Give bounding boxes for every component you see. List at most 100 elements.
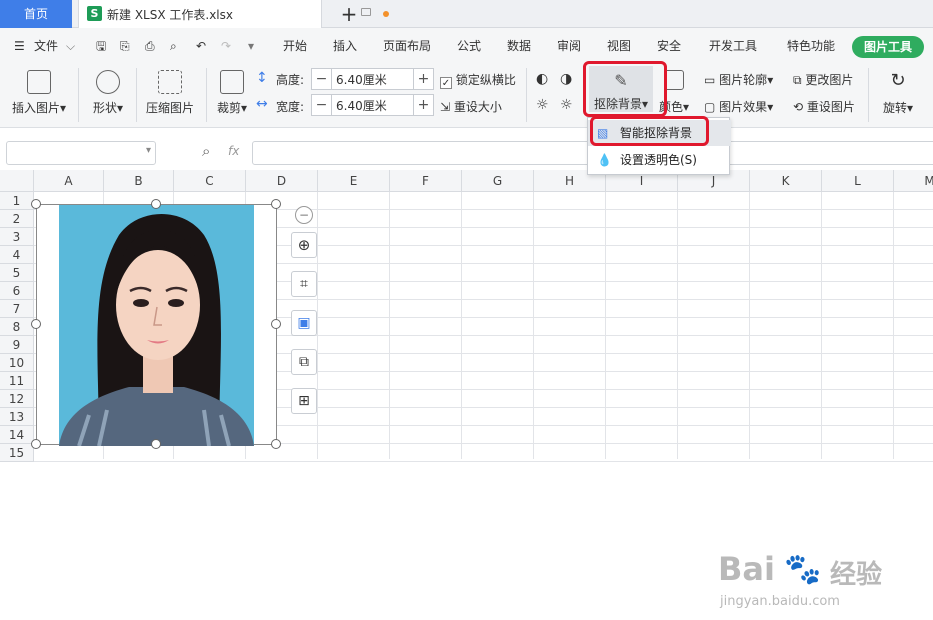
smart-cutout-icon[interactable]: ▣	[291, 310, 317, 336]
column-header-c[interactable]: C	[174, 170, 246, 192]
row-header-6[interactable]: 6	[0, 282, 34, 300]
row-header-7[interactable]: 7	[0, 300, 34, 318]
undo-icon[interactable]: ↶	[196, 28, 206, 64]
contrast-up-icon[interactable]: ◐	[536, 71, 548, 87]
collapse-icon[interactable]: −	[295, 206, 313, 224]
lock-ratio-checkbox[interactable]: ✓ 锁定纵横比	[440, 71, 516, 89]
menu-developer[interactable]: 开发工具	[709, 28, 757, 64]
preview-icon[interactable]: ⌕	[170, 28, 177, 64]
selected-picture[interactable]	[36, 204, 277, 446]
row-header-13[interactable]: 13	[0, 408, 34, 426]
resize-handle-bl[interactable]	[31, 439, 41, 449]
menu-special[interactable]: 特色功能	[787, 28, 835, 64]
menu-file[interactable]: 文件	[34, 28, 58, 64]
row-header-2[interactable]: 2	[0, 210, 34, 228]
row-header-3[interactable]: 3	[0, 228, 34, 246]
column-header-k[interactable]: K	[750, 170, 822, 192]
resize-handle-br[interactable]	[271, 439, 281, 449]
menu-security[interactable]: 安全	[657, 28, 681, 64]
picture-settings-icon[interactable]: ⊞	[291, 388, 317, 414]
row-header-11[interactable]: 11	[0, 372, 34, 390]
rotate-button[interactable]: ↻ 旋转▾	[876, 70, 920, 116]
height-stepper[interactable]: − 6.40厘米 +	[311, 68, 434, 90]
replace-picture-icon[interactable]: ⧉	[291, 349, 317, 375]
compress-picture-button[interactable]: 压缩图片	[142, 70, 198, 116]
height-value[interactable]: 6.40厘米	[336, 71, 387, 88]
monitor-icon[interactable]	[361, 8, 371, 16]
zoom-icon[interactable]: ⌕	[202, 142, 210, 160]
column-header-f[interactable]: F	[390, 170, 462, 192]
resize-handle-b[interactable]	[151, 439, 161, 449]
hamburger-icon[interactable]: ☰	[14, 28, 25, 64]
portrait-photo[interactable]	[59, 205, 254, 446]
shape-button[interactable]: 形状▾	[86, 70, 130, 116]
menu-item-set-transparent[interactable]: 💧 设置透明色(S)	[588, 147, 731, 173]
crop-button[interactable]: 裁剪▾	[212, 70, 252, 116]
brightness-up-icon[interactable]: ☼	[536, 97, 549, 113]
row-header-9[interactable]: 9	[0, 336, 34, 354]
width-stepper[interactable]: − 6.40厘米 +	[311, 94, 434, 116]
menu-start[interactable]: 开始	[283, 28, 307, 64]
menu-review[interactable]: 审阅	[557, 28, 581, 64]
crop-icon[interactable]: ⌗	[291, 271, 317, 297]
menu-view[interactable]: 视图	[607, 28, 631, 64]
name-box[interactable]: ▾	[6, 141, 156, 165]
new-tab-button[interactable]: +	[338, 2, 360, 26]
contrast-down-icon[interactable]: ◑	[560, 71, 572, 87]
menu-data[interactable]: 数据	[507, 28, 531, 64]
save-icon[interactable]: 🖫	[96, 28, 106, 64]
chevron-down-icon[interactable]: ▾	[146, 145, 151, 156]
fx-icon[interactable]: fx	[228, 144, 239, 158]
insert-picture-button[interactable]: 插入图片▾	[8, 70, 70, 116]
resize-handle-r[interactable]	[271, 319, 281, 329]
row-header-10[interactable]: 10	[0, 354, 34, 372]
height-decrease-button[interactable]: −	[312, 69, 332, 89]
chevron-down-icon[interactable]: ⌵	[66, 28, 75, 64]
select-all-corner[interactable]	[0, 170, 34, 192]
row-header-5[interactable]: 5	[0, 264, 34, 282]
row-header-14[interactable]: 14	[0, 426, 34, 444]
row-header-4[interactable]: 4	[0, 246, 34, 264]
height-increase-button[interactable]: +	[413, 69, 433, 89]
resize-handle-tr[interactable]	[271, 199, 281, 209]
picture-effects-button[interactable]: ▢ 图片效果▾	[704, 98, 773, 115]
change-picture-button[interactable]: ⧉ 更改图片	[793, 71, 853, 88]
spreadsheet-grid[interactable]: ABCDEFGHIJKLM 1 2 3 4 5 6 7 8 9 10 11 12 13 14 15	[0, 170, 933, 609]
row-header-8[interactable]: 8	[0, 318, 34, 336]
crop-icon	[220, 70, 244, 94]
menu-insert[interactable]: 插入	[333, 28, 357, 64]
reset-picture-label: 重设图片	[806, 100, 855, 114]
menu-formula[interactable]: 公式	[457, 28, 481, 64]
reset-picture-button[interactable]: ⟲ 重设图片	[793, 98, 855, 115]
width-value[interactable]: 6.40厘米	[336, 97, 387, 114]
column-header-l[interactable]: L	[822, 170, 894, 192]
document-title: 新建 XLSX 工作表.xlsx	[107, 8, 233, 22]
row-header-15[interactable]: 15	[0, 444, 34, 462]
reset-size-button[interactable]: ⇲ 重设大小	[440, 98, 502, 115]
menu-page-layout[interactable]: 页面布局	[383, 28, 431, 64]
column-header-a[interactable]: A	[34, 170, 104, 192]
column-header-m[interactable]: M	[894, 170, 933, 192]
column-header-b[interactable]: B	[104, 170, 174, 192]
row-header-1[interactable]: 1	[0, 192, 34, 210]
resize-handle-tl[interactable]	[31, 199, 41, 209]
print-icon[interactable]: ⎙	[145, 28, 155, 64]
brightness-down-icon[interactable]: ☼	[560, 97, 573, 113]
color-icon	[664, 70, 684, 90]
customize-icon[interactable]: ▾	[248, 28, 254, 64]
paste-icon[interactable]: ⎘	[120, 28, 130, 64]
redo-icon[interactable]: ↷	[221, 28, 231, 64]
column-header-d[interactable]: D	[246, 170, 318, 192]
column-header-g[interactable]: G	[462, 170, 534, 192]
picture-outline-button[interactable]: ▭ 图片轮廓▾	[704, 71, 773, 88]
tab-document[interactable]: S 新建 XLSX 工作表.xlsx	[78, 0, 389, 28]
width-increase-button[interactable]: +	[413, 95, 433, 115]
tab-home[interactable]: 首页	[0, 0, 72, 28]
resize-handle-t[interactable]	[151, 199, 161, 209]
resize-handle-l[interactable]	[31, 319, 41, 329]
width-decrease-button[interactable]: −	[312, 95, 332, 115]
menu-picture-tools[interactable]: 图片工具	[852, 36, 924, 58]
zoom-in-icon[interactable]: ⊕	[291, 232, 317, 258]
column-header-e[interactable]: E	[318, 170, 390, 192]
row-header-12[interactable]: 12	[0, 390, 34, 408]
